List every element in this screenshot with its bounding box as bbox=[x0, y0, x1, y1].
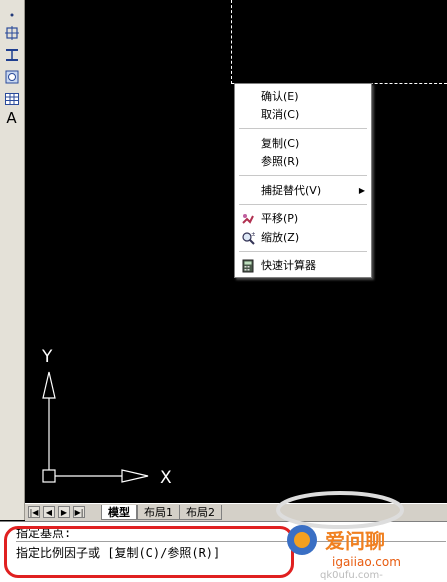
tab-nav-first-button[interactable]: |◀ bbox=[28, 506, 40, 518]
dimension-icon[interactable] bbox=[3, 24, 20, 41]
ucs-y-label: Y bbox=[41, 347, 53, 367]
menu-item-reference[interactable]: 参照(R) bbox=[235, 153, 371, 171]
watermark: 爱问聊 igaiiao.com qk0ufu.com- bbox=[276, 491, 404, 581]
ucs-icon: Y X bbox=[41, 347, 172, 488]
menu-item-quick-calc[interactable]: 快速计算器 bbox=[235, 257, 371, 275]
dot-icon[interactable] bbox=[3, 6, 20, 23]
menu-item-label: 快速计算器 bbox=[261, 259, 316, 272]
svg-text:±: ± bbox=[251, 231, 255, 238]
tab-model[interactable]: 模型 bbox=[101, 505, 137, 520]
context-menu: 确认(E) 取消(C) 复制(C) 参照(R) 捕捉替代(V) ▶ 平移(P) … bbox=[234, 83, 372, 278]
calculator-icon bbox=[242, 259, 254, 273]
menu-separator bbox=[239, 251, 367, 252]
highlight-frame bbox=[4, 526, 294, 578]
menu-separator bbox=[239, 128, 367, 129]
watermark-partial: qk0ufu.com- bbox=[320, 570, 383, 581]
tab-layout1[interactable]: 布局1 bbox=[137, 505, 180, 520]
watermark-brand: 爱问聊 bbox=[325, 529, 385, 553]
menu-item-label: 确认(E) bbox=[261, 90, 299, 103]
text-icon-glyph: A bbox=[6, 109, 17, 127]
text-icon[interactable]: A bbox=[3, 110, 20, 127]
menu-item-label: 取消(C) bbox=[261, 108, 300, 121]
draw-toolbar: A bbox=[0, 0, 25, 520]
menu-item-snap-override[interactable]: 捕捉替代(V) ▶ bbox=[235, 182, 371, 200]
selection-dashed-edge bbox=[231, 0, 232, 84]
region-icon[interactable] bbox=[3, 68, 20, 85]
table-icon[interactable] bbox=[3, 90, 20, 107]
menu-item-label: 平移(P) bbox=[261, 212, 299, 225]
menu-item-label: 复制(C) bbox=[261, 137, 300, 150]
dimension-alt-icon[interactable] bbox=[3, 46, 20, 63]
menu-item-confirm[interactable]: 确认(E) bbox=[235, 88, 371, 106]
menu-separator bbox=[239, 175, 367, 176]
tab-nav-next-button[interactable]: ▶ bbox=[58, 506, 70, 518]
menu-item-label: 参照(R) bbox=[261, 155, 300, 168]
menu-item-copy[interactable]: 复制(C) bbox=[235, 135, 371, 153]
pan-icon bbox=[242, 214, 254, 224]
tab-nav-last-button[interactable]: ▶| bbox=[73, 506, 85, 518]
menu-item-label: 缩放(Z) bbox=[261, 231, 300, 244]
tab-nav-prev-button[interactable]: ◀ bbox=[43, 506, 55, 518]
submenu-arrow-icon: ▶ bbox=[358, 186, 365, 195]
menu-item-label: 捕捉替代(V) bbox=[261, 184, 322, 197]
tab-layout2[interactable]: 布局2 bbox=[179, 505, 222, 520]
menu-separator bbox=[239, 204, 367, 205]
ucs-x-label: X bbox=[160, 468, 172, 488]
menu-item-cancel[interactable]: 取消(C) bbox=[235, 106, 371, 124]
watermark-site: igaiiao.com bbox=[332, 555, 401, 569]
zoom-icon: ± bbox=[242, 231, 255, 245]
menu-item-zoom[interactable]: ± 缩放(Z) bbox=[235, 229, 371, 247]
menu-item-pan[interactable]: 平移(P) bbox=[235, 210, 371, 228]
